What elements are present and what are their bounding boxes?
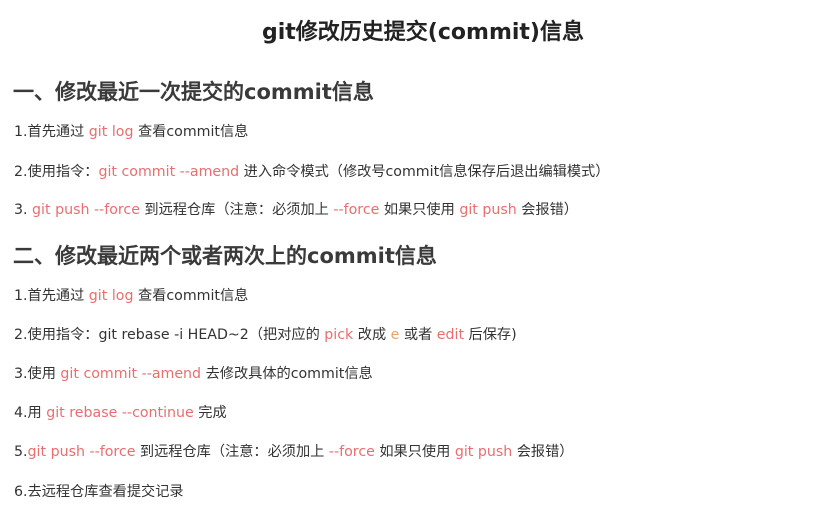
step-text: 会报错）: [512, 444, 574, 460]
step-2-5: 5.git push --force 到远程仓库（注意：必须加上 --force…: [14, 442, 574, 462]
command-code: git log: [88, 288, 134, 304]
step-text: 1.首先通过: [14, 288, 89, 304]
step-2-6: 6.去远程仓库查看提交记录: [14, 482, 184, 502]
step-text: 到远程仓库（注意：必须加上: [135, 444, 329, 460]
step-text: 如果只使用: [374, 444, 455, 460]
command-code: git push --force: [27, 444, 136, 460]
step-2-2: 2.使用指令：git rebase -i HEAD~2（把对应的 pick 改成…: [14, 325, 517, 345]
step-text: 改成: [353, 327, 391, 343]
step-text: 去修改具体的commit信息: [201, 366, 373, 382]
step-text: 会报错）: [516, 202, 578, 218]
step-1-2: 2.使用指令：git commit --amend 进入命令模式（修改号comm…: [14, 162, 609, 182]
command-code: edit: [436, 327, 465, 343]
step-text: 进入命令模式（修改号commit信息保存后退出编辑模式）: [239, 164, 610, 180]
step-2-4: 4.用 git rebase --continue 完成: [14, 403, 227, 423]
section-heading-2: 二、修改最近两个或者两次上的commit信息: [13, 244, 437, 268]
step-text: 后保存): [464, 327, 517, 343]
section-heading-1: 一、修改最近一次提交的commit信息: [13, 80, 374, 104]
command-code: git log: [88, 124, 134, 140]
step-text: 2.使用指令：: [14, 164, 99, 180]
step-1-1: 1.首先通过 git log 查看commit信息: [14, 122, 248, 142]
step-text: 查看commit信息: [133, 288, 249, 304]
step-text: 5.: [14, 444, 28, 460]
command-code: git rebase --continue: [46, 405, 194, 421]
step-1-3: 3. git push --force 到远程仓库（注意：必须加上 --forc…: [14, 200, 578, 220]
page-title: git修改历史提交(commit)信息: [262, 20, 584, 45]
step-text: 3.: [14, 202, 33, 218]
step-text: 4.用: [14, 405, 47, 421]
step-text: 或者: [399, 327, 437, 343]
step-text: 2.使用指令：git rebase -i HEAD~2（把对应的: [14, 327, 325, 343]
command-code: --force: [328, 444, 375, 460]
step-text: 到远程仓库（注意：必须加上: [139, 202, 334, 218]
command-code: git commit --amend: [98, 164, 240, 180]
step-text: 3.使用: [14, 366, 61, 382]
step-text: 完成: [193, 405, 227, 421]
command-code: git commit --amend: [60, 366, 202, 382]
command-code: git push: [454, 444, 513, 460]
step-2-1: 1.首先通过 git log 查看commit信息: [14, 286, 248, 306]
command-code: pick: [324, 327, 354, 343]
command-code: git push: [459, 202, 517, 218]
command-code: git push --force: [32, 202, 140, 218]
step-text: 6.去远程仓库查看提交记录: [14, 484, 184, 500]
command-code: --force: [333, 202, 380, 218]
step-text: 查看commit信息: [133, 124, 249, 140]
step-2-3: 3.使用 git commit --amend 去修改具体的commit信息: [14, 364, 373, 384]
step-text: 如果只使用: [379, 202, 460, 218]
step-text: 1.首先通过: [14, 124, 89, 140]
